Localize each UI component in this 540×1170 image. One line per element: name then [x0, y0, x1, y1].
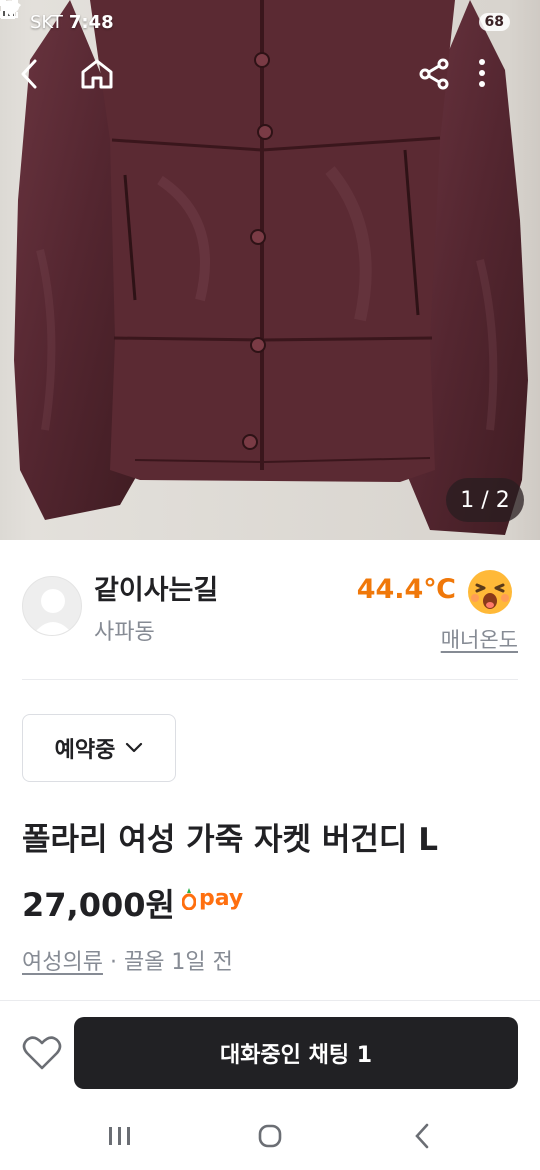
share-button[interactable] — [418, 58, 462, 102]
active-chats-button[interactable]: 대화중인 채팅 1 — [74, 1017, 518, 1089]
product-detail-screen: SKT 7:48 68 1 / 2 같이사는길 사파동 44.4℃ 매너온도 예… — [0, 0, 540, 1170]
seller-location: 사파동 — [94, 620, 155, 645]
recent-apps-icon — [109, 1127, 130, 1145]
chevron-down-icon — [126, 742, 143, 753]
reservation-status-dropdown[interactable]: 예약중 — [22, 714, 176, 782]
laughing-face-icon — [466, 568, 514, 616]
share-icon — [419, 58, 449, 90]
more-options-button[interactable] — [478, 58, 522, 102]
home-icon — [81, 59, 113, 89]
product-title: 폴라리 여성 가죽 자켓 버건디 L — [22, 822, 438, 858]
carrot-icon — [182, 887, 196, 910]
meta-separator: · — [102, 950, 124, 975]
home-nav-button[interactable] — [250, 1116, 290, 1156]
product-photo[interactable]: SKT 7:48 68 1 / 2 — [0, 0, 540, 540]
back-button[interactable] — [18, 58, 62, 102]
seller-profile[interactable]: 같이사는길 사파동 44.4℃ 매너온도 — [0, 560, 540, 678]
back-icon — [21, 59, 37, 89]
more-vertical-icon — [479, 59, 485, 87]
pay-label: pay — [199, 886, 244, 911]
category-link[interactable]: 여성의류 — [22, 950, 103, 975]
back-nav-icon — [415, 1123, 429, 1149]
home-button[interactable] — [80, 58, 124, 102]
seller-name[interactable]: 같이사는길 — [94, 568, 218, 607]
back-nav-button[interactable] — [402, 1116, 442, 1156]
battery-indicator: 68 — [478, 13, 510, 31]
product-price: 27,000원 — [22, 886, 175, 924]
system-navigation-bar — [0, 1102, 540, 1170]
posted-time: 끌올 1일 전 — [123, 950, 233, 975]
manner-temperature: 44.4℃ — [356, 574, 456, 605]
manner-temperature-link[interactable]: 매너온도 — [441, 624, 518, 654]
carrot-pay-badge: pay — [182, 886, 243, 911]
carrier-label: SKT — [30, 11, 63, 33]
clock: 7:48 — [68, 11, 114, 33]
recent-apps-button[interactable] — [100, 1116, 140, 1156]
avatar[interactable] — [22, 576, 82, 636]
default-avatar-icon — [32, 589, 74, 635]
like-button[interactable] — [22, 1035, 62, 1071]
home-circle-icon — [258, 1124, 282, 1148]
image-counter: 1 / 2 — [446, 478, 524, 522]
status-bar: SKT 7:48 68 — [0, 0, 540, 44]
bottom-action-bar: 대화중인 채팅 1 — [0, 1000, 540, 1102]
divider — [22, 679, 518, 680]
heart-icon — [22, 1036, 62, 1070]
status-label: 예약중 — [54, 738, 116, 763]
product-meta: 여성의류 · 끌올 1일 전 — [22, 944, 233, 976]
